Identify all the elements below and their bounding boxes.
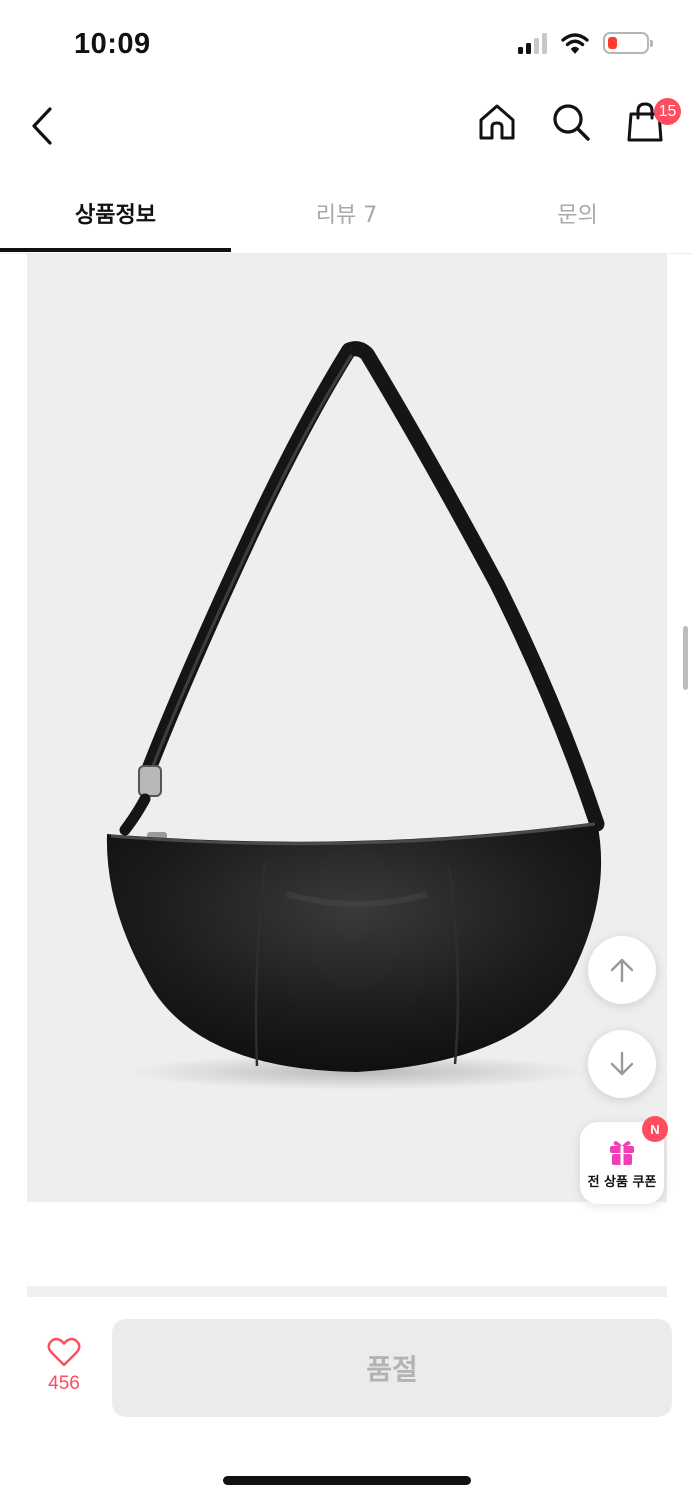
- tab-inquiry[interactable]: 문의: [462, 176, 693, 250]
- section-divider: [27, 1286, 667, 1297]
- status-time: 10:09: [74, 28, 151, 60]
- search-icon: [553, 104, 590, 141]
- product-image: [27, 254, 667, 1202]
- scroll-to-top-button[interactable]: [588, 936, 656, 1004]
- soldout-button[interactable]: 품절: [112, 1319, 672, 1417]
- tab-product-info[interactable]: 상품정보: [0, 176, 231, 252]
- bottom-action-bar: 456 품절: [0, 1297, 693, 1500]
- battery-low-icon: [603, 32, 653, 54]
- home-icon: [479, 104, 515, 140]
- product-bag-illustration: [106, 341, 605, 1090]
- home-indicator: [223, 1476, 471, 1485]
- arrow-down-icon: [610, 1051, 634, 1076]
- signal-icon: [518, 32, 547, 54]
- status-icons: [518, 32, 653, 54]
- back-arrow-icon: [32, 107, 52, 145]
- wifi-icon: [561, 33, 589, 54]
- coupon-button[interactable]: 전 상품 쿠폰 N: [580, 1116, 668, 1204]
- status-bar: 10:09: [0, 0, 693, 92]
- back-button[interactable]: [24, 104, 60, 148]
- gift-icon: [610, 1140, 634, 1165]
- new-badge: N: [642, 1116, 668, 1142]
- coupon-label: 전 상품 쿠폰: [587, 1174, 657, 1190]
- cart-count-badge: 15: [654, 98, 681, 125]
- scroll-indicator[interactable]: [683, 626, 688, 690]
- nav-header: 15: [0, 92, 693, 164]
- arrow-up-icon: [610, 958, 634, 983]
- like-button[interactable]: 456: [26, 1337, 102, 1409]
- like-count: 456: [48, 1373, 80, 1394]
- product-tabs: 상품정보 리뷰 7 문의: [0, 176, 693, 254]
- tab-reviews[interactable]: 리뷰 7: [231, 176, 462, 250]
- scroll-to-bottom-button[interactable]: [588, 1030, 656, 1098]
- heart-icon: [47, 1337, 81, 1367]
- home-button[interactable]: [477, 100, 517, 144]
- search-button[interactable]: [551, 100, 591, 144]
- nav-actions: 15: [477, 98, 681, 144]
- cart-button[interactable]: 15: [625, 98, 681, 144]
